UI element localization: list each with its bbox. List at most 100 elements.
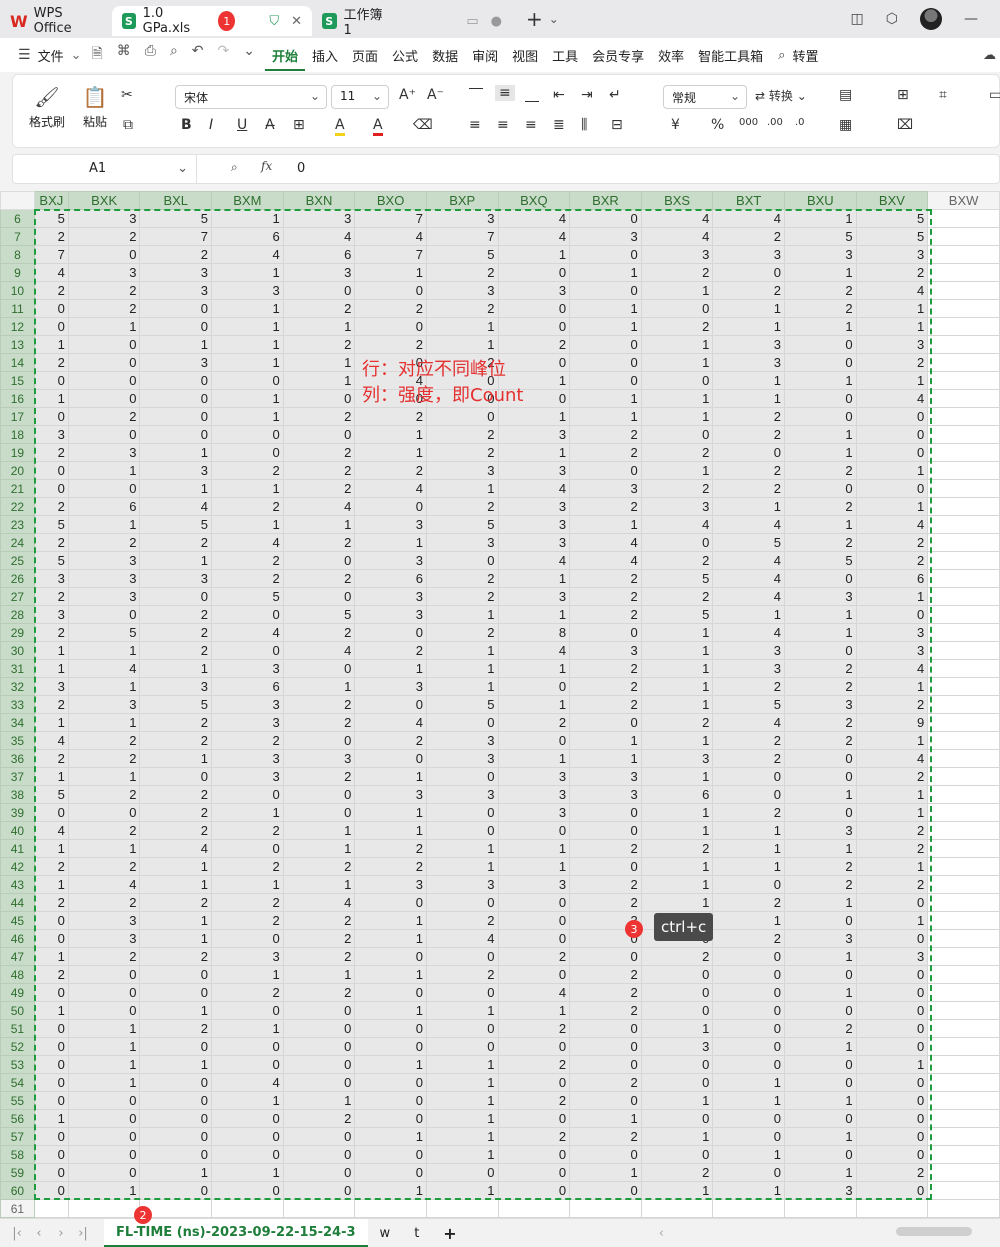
data-cell[interactable]: 0 bbox=[855, 965, 929, 984]
data-cell[interactable]: 0 bbox=[640, 533, 714, 552]
data-cell[interactable]: 3 bbox=[33, 425, 69, 444]
empty-cell[interactable] bbox=[927, 821, 1000, 840]
column-header[interactable]: BXK bbox=[67, 191, 141, 210]
data-cell[interactable]: 4 bbox=[712, 569, 785, 588]
data-cell[interactable]: 2 bbox=[33, 353, 69, 372]
data-cell[interactable]: 0 bbox=[67, 353, 141, 372]
data-cell[interactable]: 2 bbox=[640, 839, 714, 858]
empty-cell[interactable] bbox=[927, 677, 1000, 696]
undo-icon[interactable]: ↶ bbox=[192, 43, 204, 67]
search-icon[interactable]: ⌕ bbox=[778, 48, 785, 63]
data-cell[interactable]: 1 bbox=[640, 623, 714, 642]
data-cell[interactable]: 1 bbox=[712, 389, 785, 408]
data-cell[interactable]: 2 bbox=[354, 407, 427, 426]
data-cell[interactable]: 1 bbox=[712, 299, 785, 318]
data-cell[interactable]: 0 bbox=[497, 929, 571, 948]
data-cell[interactable]: 5 bbox=[139, 695, 213, 714]
align-top-icon[interactable]: ⎺ bbox=[469, 87, 483, 103]
data-cell[interactable]: 0 bbox=[712, 263, 785, 282]
data-cell[interactable]: 2 bbox=[33, 281, 69, 300]
empty-cell[interactable] bbox=[927, 911, 1000, 930]
data-cell[interactable]: 3 bbox=[497, 533, 571, 552]
data-cell[interactable]: 1 bbox=[33, 641, 69, 660]
row-header[interactable]: 7 bbox=[0, 227, 35, 246]
data-cell[interactable]: 0 bbox=[139, 299, 213, 318]
data-cell[interactable]: 2 bbox=[211, 497, 284, 516]
data-cell[interactable]: 0 bbox=[67, 335, 141, 354]
data-cell[interactable]: 6 bbox=[855, 569, 929, 588]
empty-cell[interactable] bbox=[927, 263, 1000, 282]
data-cell[interactable]: 5 bbox=[784, 227, 857, 246]
clear-format-icon[interactable]: ⌧ bbox=[897, 117, 913, 133]
data-cell[interactable]: 0 bbox=[282, 1055, 356, 1074]
row-header[interactable]: 58 bbox=[0, 1145, 35, 1164]
row-header[interactable]: 19 bbox=[0, 443, 35, 462]
data-cell[interactable]: 0 bbox=[569, 353, 642, 372]
data-cell[interactable]: 1 bbox=[211, 299, 284, 318]
data-cell[interactable]: 0 bbox=[67, 1109, 141, 1128]
data-cell[interactable]: 3 bbox=[354, 785, 427, 804]
empty-cell[interactable] bbox=[927, 623, 1000, 642]
data-cell[interactable]: 0 bbox=[497, 965, 571, 984]
data-cell[interactable]: 2 bbox=[282, 947, 356, 966]
data-cell[interactable]: 0 bbox=[211, 1145, 284, 1164]
data-cell[interactable]: 3 bbox=[354, 515, 427, 534]
more-icon[interactable]: ▭ bbox=[989, 87, 1000, 103]
data-cell[interactable]: 1 bbox=[354, 1181, 427, 1200]
data-cell[interactable]: 1 bbox=[784, 1163, 857, 1182]
empty-cell[interactable] bbox=[927, 479, 1000, 498]
data-cell[interactable]: 0 bbox=[640, 1055, 714, 1074]
data-cell[interactable]: 0 bbox=[33, 371, 69, 390]
empty-cell[interactable] bbox=[927, 299, 1000, 318]
data-cell[interactable]: 2 bbox=[855, 353, 929, 372]
data-cell[interactable]: 2 bbox=[139, 821, 213, 840]
data-cell[interactable]: 1 bbox=[211, 407, 284, 426]
data-cell[interactable]: 0 bbox=[784, 335, 857, 354]
data-cell[interactable]: 0 bbox=[784, 407, 857, 426]
data-cell[interactable]: 1 bbox=[784, 209, 857, 228]
data-cell[interactable]: 0 bbox=[712, 785, 785, 804]
empty-cell[interactable] bbox=[927, 227, 1000, 246]
data-cell[interactable]: 6 bbox=[67, 497, 141, 516]
data-cell[interactable]: 2 bbox=[282, 695, 356, 714]
data-cell[interactable]: 1 bbox=[354, 929, 427, 948]
data-cell[interactable]: 1 bbox=[640, 641, 714, 660]
data-cell[interactable]: 1 bbox=[282, 677, 356, 696]
data-cell[interactable]: 1 bbox=[67, 1037, 141, 1056]
data-cell[interactable]: 3 bbox=[569, 767, 642, 786]
data-cell[interactable]: 2 bbox=[855, 695, 929, 714]
data-cell[interactable]: 0 bbox=[139, 767, 213, 786]
data-cell[interactable]: 2 bbox=[354, 299, 427, 318]
empty-cell[interactable] bbox=[497, 1199, 571, 1218]
data-cell[interactable]: 1 bbox=[139, 479, 213, 498]
data-cell[interactable]: 0 bbox=[211, 605, 284, 624]
data-cell[interactable]: 3 bbox=[784, 821, 857, 840]
add-sheet-button[interactable]: + bbox=[431, 1219, 468, 1247]
align-middle-icon[interactable]: ≡ bbox=[495, 85, 515, 101]
data-cell[interactable]: 1 bbox=[712, 1091, 785, 1110]
data-cell[interactable]: 5 bbox=[425, 515, 499, 534]
data-cell[interactable]: 1 bbox=[67, 839, 141, 858]
data-cell[interactable]: 2 bbox=[569, 569, 642, 588]
data-cell[interactable]: 2 bbox=[497, 335, 571, 354]
data-cell[interactable]: 1 bbox=[855, 461, 929, 480]
data-cell[interactable]: 5 bbox=[855, 209, 929, 228]
avatar[interactable] bbox=[920, 8, 942, 30]
data-cell[interactable]: 0 bbox=[282, 1073, 356, 1092]
data-cell[interactable]: 1 bbox=[784, 371, 857, 390]
data-cell[interactable]: 0 bbox=[67, 1145, 141, 1164]
data-cell[interactable]: 0 bbox=[640, 299, 714, 318]
empty-cell[interactable] bbox=[927, 929, 1000, 948]
empty-cell[interactable] bbox=[927, 551, 1000, 570]
data-cell[interactable]: 3 bbox=[425, 209, 499, 228]
cell-style-icon[interactable]: ⊞ bbox=[897, 87, 909, 103]
cut-icon[interactable]: ✂ bbox=[121, 87, 133, 103]
data-cell[interactable]: 0 bbox=[282, 587, 356, 606]
column-header[interactable]: BXS bbox=[640, 191, 714, 210]
data-cell[interactable]: 2 bbox=[139, 1019, 213, 1038]
row-header[interactable]: 35 bbox=[0, 731, 35, 750]
data-cell[interactable]: 0 bbox=[211, 1001, 284, 1020]
cube-icon[interactable]: ⬡ bbox=[886, 11, 898, 27]
data-cell[interactable]: 1 bbox=[569, 731, 642, 750]
data-cell[interactable]: 3 bbox=[139, 569, 213, 588]
